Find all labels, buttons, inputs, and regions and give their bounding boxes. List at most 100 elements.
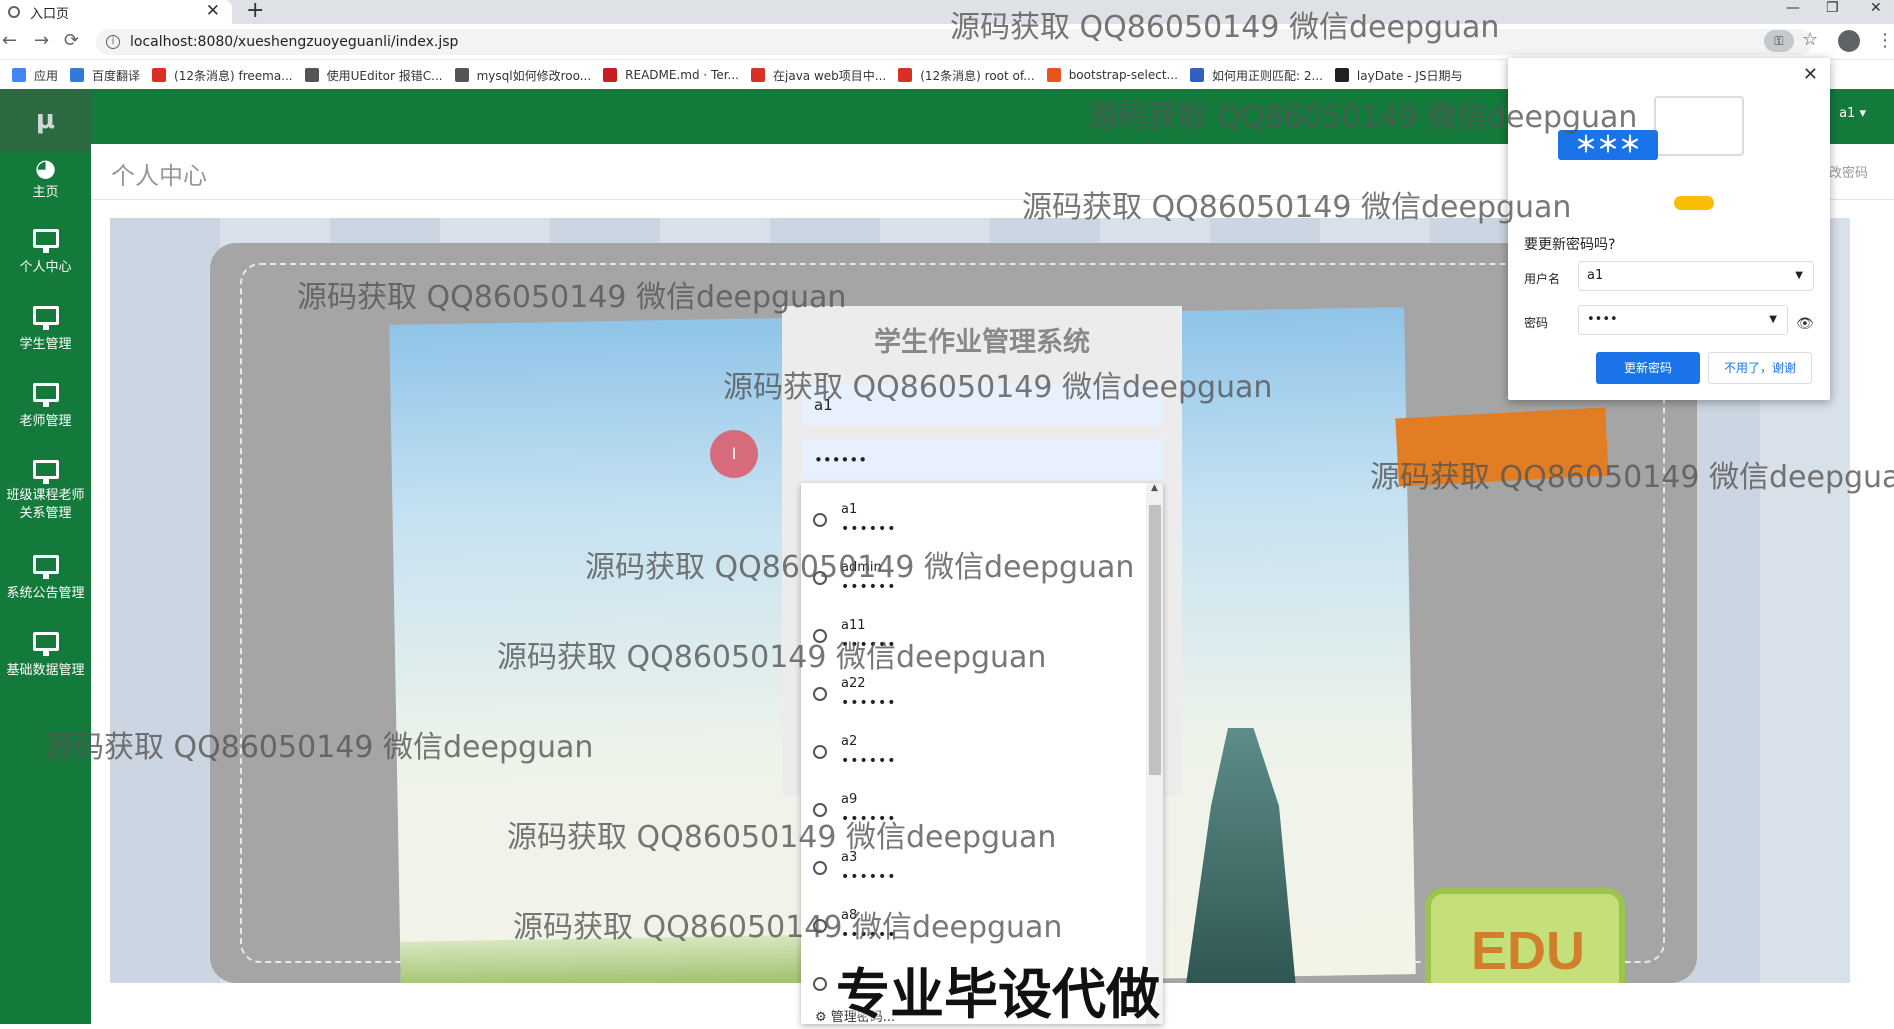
more-menu-icon[interactable]: ⋮ xyxy=(1876,30,1894,51)
password-input[interactable]: •••••• xyxy=(802,439,1162,481)
sidebar-item-students[interactable]: 学生管理 xyxy=(0,306,91,352)
update-password-button[interactable]: 更新密码 xyxy=(1596,352,1700,384)
watermark: 源码获取 QQ86050149 微信deepguan xyxy=(1370,460,1894,495)
sidebar-item-label: 老师管理 xyxy=(19,414,72,429)
profile-icon[interactable] xyxy=(1838,30,1860,52)
watermark: 源码获取 QQ86050149 微信deepguan xyxy=(297,280,847,315)
autofill-password: •••••• xyxy=(841,695,897,711)
bookmark-icon xyxy=(1189,68,1204,82)
star-icon[interactable]: ☆ xyxy=(1802,29,1818,50)
watermark: 源码获取 QQ86050149 微信deepguan xyxy=(513,910,1063,945)
browser-tab[interactable]: 入口页 ✕ xyxy=(0,0,232,24)
url-text: localhost:8080/xueshengzuoyeguanli/index… xyxy=(130,34,459,50)
close-tab-icon[interactable]: ✕ xyxy=(206,1,220,21)
monitor-icon xyxy=(32,632,59,656)
bookmark-item[interactable]: 百度翻译 xyxy=(70,67,140,84)
username-label: 用户名 xyxy=(1524,272,1561,286)
sidebar-item-basic-data[interactable]: 基础数据管理 xyxy=(0,632,91,678)
autofill-username: a2 xyxy=(841,734,858,749)
bookmark-item[interactable]: 应用 xyxy=(12,67,58,84)
bookmark-icon xyxy=(304,68,319,82)
sidebar-item-home[interactable]: ◕ 主页 xyxy=(0,155,91,200)
reload-icon[interactable]: ⟳ xyxy=(64,30,79,51)
tab-title: 入口页 xyxy=(30,6,70,22)
bookmark-icon xyxy=(1334,68,1349,82)
watermark: 源码获取 QQ86050149 微信deepguan xyxy=(723,370,1273,405)
bookmark-item[interactable]: bootstrap-select... xyxy=(1046,68,1178,82)
autofill-item[interactable]: a2 •••••• xyxy=(801,725,1146,783)
key-icon xyxy=(813,513,827,527)
watermark: 源码获取 QQ86050149 微信deepguan xyxy=(1088,100,1638,135)
sidebar-item-profile[interactable]: 个人中心 xyxy=(0,229,91,275)
bookmark-item[interactable]: layDate - JS日期与 xyxy=(1334,67,1463,84)
bookmark-icon xyxy=(603,68,618,82)
key-icon xyxy=(813,745,827,759)
bookmark-item[interactable]: 使用UEditor 报错C... xyxy=(304,67,443,84)
sidebar: μ ◕ 主页 个人中心 学生管理 老师管理 班级课程老师关系管理 系统公告管理 … xyxy=(0,89,91,1024)
bookmark-icon xyxy=(454,68,469,82)
bookmark-icon xyxy=(898,68,913,82)
autofill-password: •••••• xyxy=(841,521,897,537)
address-bar: ← → ⟳ i localhost:8080/xueshengzuoyeguan… xyxy=(0,24,1894,60)
back-icon[interactable]: ← xyxy=(2,30,17,51)
monitor-icon xyxy=(32,306,59,330)
monitor-icon xyxy=(32,383,59,407)
globe-icon xyxy=(8,6,20,18)
bookmark-item[interactable]: README.md · Ter... xyxy=(603,68,739,82)
sidebar-item-announcements[interactable]: 系统公告管理 xyxy=(0,555,91,601)
bookmark-icon xyxy=(70,68,85,82)
bookmark-icon xyxy=(152,68,167,82)
page-title: 个人中心 xyxy=(111,162,207,190)
password-select[interactable]: •••• ▼ xyxy=(1578,305,1788,335)
sidebar-item-class-course[interactable]: 班级课程老师关系管理 xyxy=(0,460,91,523)
monitor-icon xyxy=(32,555,59,579)
promo-text: 专业毕设代做 xyxy=(836,963,1160,1026)
watermark: 源码获取 QQ86050149 微信deepguan xyxy=(585,550,1135,585)
bookmark-icon xyxy=(12,68,26,82)
watermark: 源码获取 QQ86050149 微信deepguan xyxy=(507,820,1057,855)
scrollbar[interactable]: ▲ xyxy=(1146,483,1163,1024)
info-icon[interactable]: i xyxy=(106,35,120,49)
username-select[interactable]: a1 ▼ xyxy=(1578,261,1814,291)
bookmark-item[interactable]: mysql如何修改roo... xyxy=(454,67,591,84)
autofill-username: a9 xyxy=(841,792,858,807)
sidebar-item-label: 班级课程老师关系管理 xyxy=(6,488,85,521)
watermark: 源码获取 QQ86050149 微信deepguan xyxy=(1022,190,1572,225)
decline-button[interactable]: 不用了，谢谢 xyxy=(1708,352,1812,384)
sidebar-item-label: 主页 xyxy=(32,185,59,200)
bookmark-item[interactable]: (12条消息) freema... xyxy=(152,67,293,84)
app-logo: μ xyxy=(0,89,91,152)
monitor-icon xyxy=(32,229,59,253)
bookmark-item[interactable]: 如何用正则匹配: 2... xyxy=(1189,67,1323,84)
bookmark-item[interactable]: 在java web项目中... xyxy=(751,67,886,84)
edu-sign-image: EDU xyxy=(1425,888,1625,983)
key-icon[interactable]: ⚿ xyxy=(1764,30,1794,52)
close-icon[interactable]: ✕ xyxy=(1803,64,1818,85)
key-icon xyxy=(813,687,827,701)
scrollbar-thumb[interactable] xyxy=(1149,505,1161,775)
sidebar-item-label: 个人中心 xyxy=(19,260,72,275)
dashboard-icon: ◕ xyxy=(35,154,56,182)
minimize-icon[interactable]: — xyxy=(1786,0,1800,16)
restore-icon[interactable]: ❐ xyxy=(1826,0,1839,16)
user-menu[interactable]: a1 ▾ xyxy=(1839,106,1866,121)
bookmark-icon xyxy=(1046,68,1061,82)
new-tab-icon[interactable]: + xyxy=(246,0,264,23)
bookmark-icon xyxy=(751,68,765,82)
sidebar-item-teachers[interactable]: 老师管理 xyxy=(0,383,91,429)
dropdown-icon: ▼ xyxy=(1795,270,1803,281)
bookmark-item[interactable]: (12条消息) root of... xyxy=(898,67,1035,84)
sidebar-item-label: 学生管理 xyxy=(19,337,72,352)
login-title: 学生作业管理系统 xyxy=(874,327,1090,358)
eye-icon[interactable]: 👁 xyxy=(1796,316,1814,332)
window-close-icon[interactable]: ✕ xyxy=(1870,0,1882,16)
monitor-icon xyxy=(32,460,59,484)
key-icon xyxy=(1674,196,1714,210)
scroll-up-icon[interactable]: ▲ xyxy=(1146,483,1163,493)
password-label: 密码 xyxy=(1524,316,1549,330)
forward-icon[interactable]: → xyxy=(34,30,49,51)
dropdown-icon: ▼ xyxy=(1769,314,1777,325)
watermark: 源码获取 QQ86050149 微信deepguan xyxy=(950,10,1500,45)
autofill-username: a11 xyxy=(841,618,866,633)
autofill-username: a22 xyxy=(841,676,866,691)
